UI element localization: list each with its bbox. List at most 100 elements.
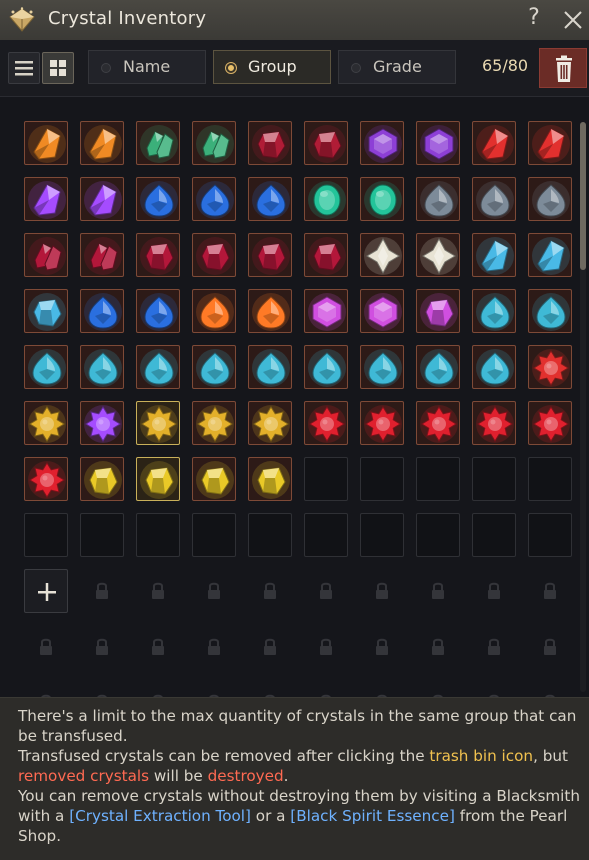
crystal-slot[interactable] — [416, 289, 460, 333]
crystal-slot[interactable] — [360, 177, 404, 221]
crystal-slot[interactable] — [24, 121, 68, 165]
lock-icon — [544, 582, 556, 599]
crystal-slot[interactable] — [528, 345, 572, 389]
empty-slot[interactable] — [416, 457, 460, 501]
crystal-slot[interactable] — [24, 233, 68, 277]
crystal-slot[interactable] — [24, 289, 68, 333]
add-slot-button[interactable] — [24, 569, 68, 613]
empty-slot[interactable] — [472, 513, 516, 557]
sort-by-grade-button[interactable]: Grade — [338, 50, 456, 84]
crystal-slot[interactable] — [416, 345, 460, 389]
crystal-slot[interactable] — [80, 457, 124, 501]
crystal-slot[interactable] — [80, 401, 124, 445]
trash-button[interactable] — [539, 48, 587, 88]
crystal-slot[interactable] — [192, 233, 236, 277]
crystal-slot[interactable] — [24, 345, 68, 389]
crystal-slot[interactable] — [248, 457, 292, 501]
crystal-slot[interactable] — [528, 121, 572, 165]
crystal-slot[interactable] — [192, 401, 236, 445]
empty-slot[interactable] — [248, 513, 292, 557]
empty-slot[interactable] — [528, 513, 572, 557]
crystal-slot[interactable] — [416, 233, 460, 277]
sort-by-group-button[interactable]: Group — [213, 50, 331, 84]
empty-slot[interactable] — [528, 457, 572, 501]
crystal-slot[interactable] — [136, 289, 180, 333]
crystal-slot[interactable] — [304, 289, 348, 333]
empty-slot[interactable] — [304, 457, 348, 501]
crystal-slot[interactable] — [24, 177, 68, 221]
crystal-slot[interactable] — [416, 177, 460, 221]
crystal-slot[interactable] — [192, 457, 236, 501]
crystal-slot[interactable] — [192, 177, 236, 221]
crystal-slot[interactable] — [248, 345, 292, 389]
empty-slot[interactable] — [472, 457, 516, 501]
crystal-slot[interactable] — [528, 233, 572, 277]
empty-slot[interactable] — [416, 513, 460, 557]
title-bar[interactable]: Crystal Inventory ? — [0, 0, 589, 40]
plus-icon — [38, 583, 56, 601]
empty-slot[interactable] — [304, 513, 348, 557]
crystal-slot[interactable] — [136, 177, 180, 221]
crystal-slot[interactable] — [136, 345, 180, 389]
crystal-slot[interactable] — [192, 121, 236, 165]
crystal-slot[interactable] — [416, 401, 460, 445]
crystal-slot[interactable] — [472, 289, 516, 333]
scrollbar[interactable] — [580, 122, 586, 692]
empty-slot[interactable] — [360, 513, 404, 557]
empty-slot[interactable] — [136, 513, 180, 557]
crystal-slot[interactable] — [24, 401, 68, 445]
crystal-slot[interactable] — [248, 121, 292, 165]
crystal-slot[interactable] — [472, 345, 516, 389]
empty-slot[interactable] — [24, 513, 68, 557]
crystal-slot[interactable] — [472, 177, 516, 221]
help-button[interactable]: ? — [522, 5, 546, 33]
crystal-slot[interactable] — [472, 233, 516, 277]
crystal-slot[interactable] — [80, 289, 124, 333]
crystal-slot[interactable] — [136, 121, 180, 165]
crystal-slot[interactable] — [136, 401, 180, 445]
crystal-slot[interactable] — [472, 401, 516, 445]
crystal-slot[interactable] — [304, 177, 348, 221]
crystal-slot[interactable] — [304, 345, 348, 389]
locked-slot — [136, 681, 180, 697]
crystal-slot[interactable] — [248, 401, 292, 445]
sort-by-name-button[interactable]: Name — [88, 50, 206, 84]
crystal-slot[interactable] — [248, 289, 292, 333]
crystal-slot[interactable] — [80, 177, 124, 221]
list-view-button[interactable] — [8, 52, 40, 84]
crystal-slot[interactable] — [248, 233, 292, 277]
crystal-slot[interactable] — [416, 121, 460, 165]
crystal-slot[interactable] — [136, 457, 180, 501]
crystal-slot[interactable] — [304, 121, 348, 165]
crystal-slot[interactable] — [248, 177, 292, 221]
crystal-slot[interactable] — [24, 457, 68, 501]
crimson-crystal-icon — [28, 237, 66, 275]
crystal-slot[interactable] — [192, 345, 236, 389]
grid-view-button[interactable] — [42, 52, 74, 84]
empty-slot[interactable] — [80, 513, 124, 557]
crystal-slot[interactable] — [528, 401, 572, 445]
crystal-slot[interactable] — [304, 233, 348, 277]
crystal-slot[interactable] — [136, 233, 180, 277]
crystal-slot[interactable] — [192, 289, 236, 333]
crystal-slot[interactable] — [528, 177, 572, 221]
crystal-slot[interactable] — [472, 121, 516, 165]
crystal-slot[interactable] — [360, 401, 404, 445]
scrollbar-thumb[interactable] — [580, 122, 586, 270]
crystal-slot[interactable] — [80, 345, 124, 389]
crystal-slot[interactable] — [360, 233, 404, 277]
crystal-slot[interactable] — [80, 121, 124, 165]
crystal-slot[interactable] — [360, 289, 404, 333]
crystal-slot[interactable] — [360, 121, 404, 165]
crystal-extraction-tool-link[interactable]: [Crystal Extraction Tool] — [69, 807, 251, 825]
crystal-slot[interactable] — [528, 289, 572, 333]
crystal-slot[interactable] — [80, 233, 124, 277]
crystal-slot[interactable] — [360, 345, 404, 389]
empty-slot[interactable] — [360, 457, 404, 501]
violet-crystal-icon — [28, 181, 66, 219]
black-spirit-essence-link[interactable]: [Black Spirit Essence] — [290, 807, 455, 825]
close-icon[interactable] — [560, 6, 586, 34]
empty-slot[interactable] — [192, 513, 236, 557]
cyan2-crystal-icon — [140, 349, 178, 387]
crystal-slot[interactable] — [304, 401, 348, 445]
